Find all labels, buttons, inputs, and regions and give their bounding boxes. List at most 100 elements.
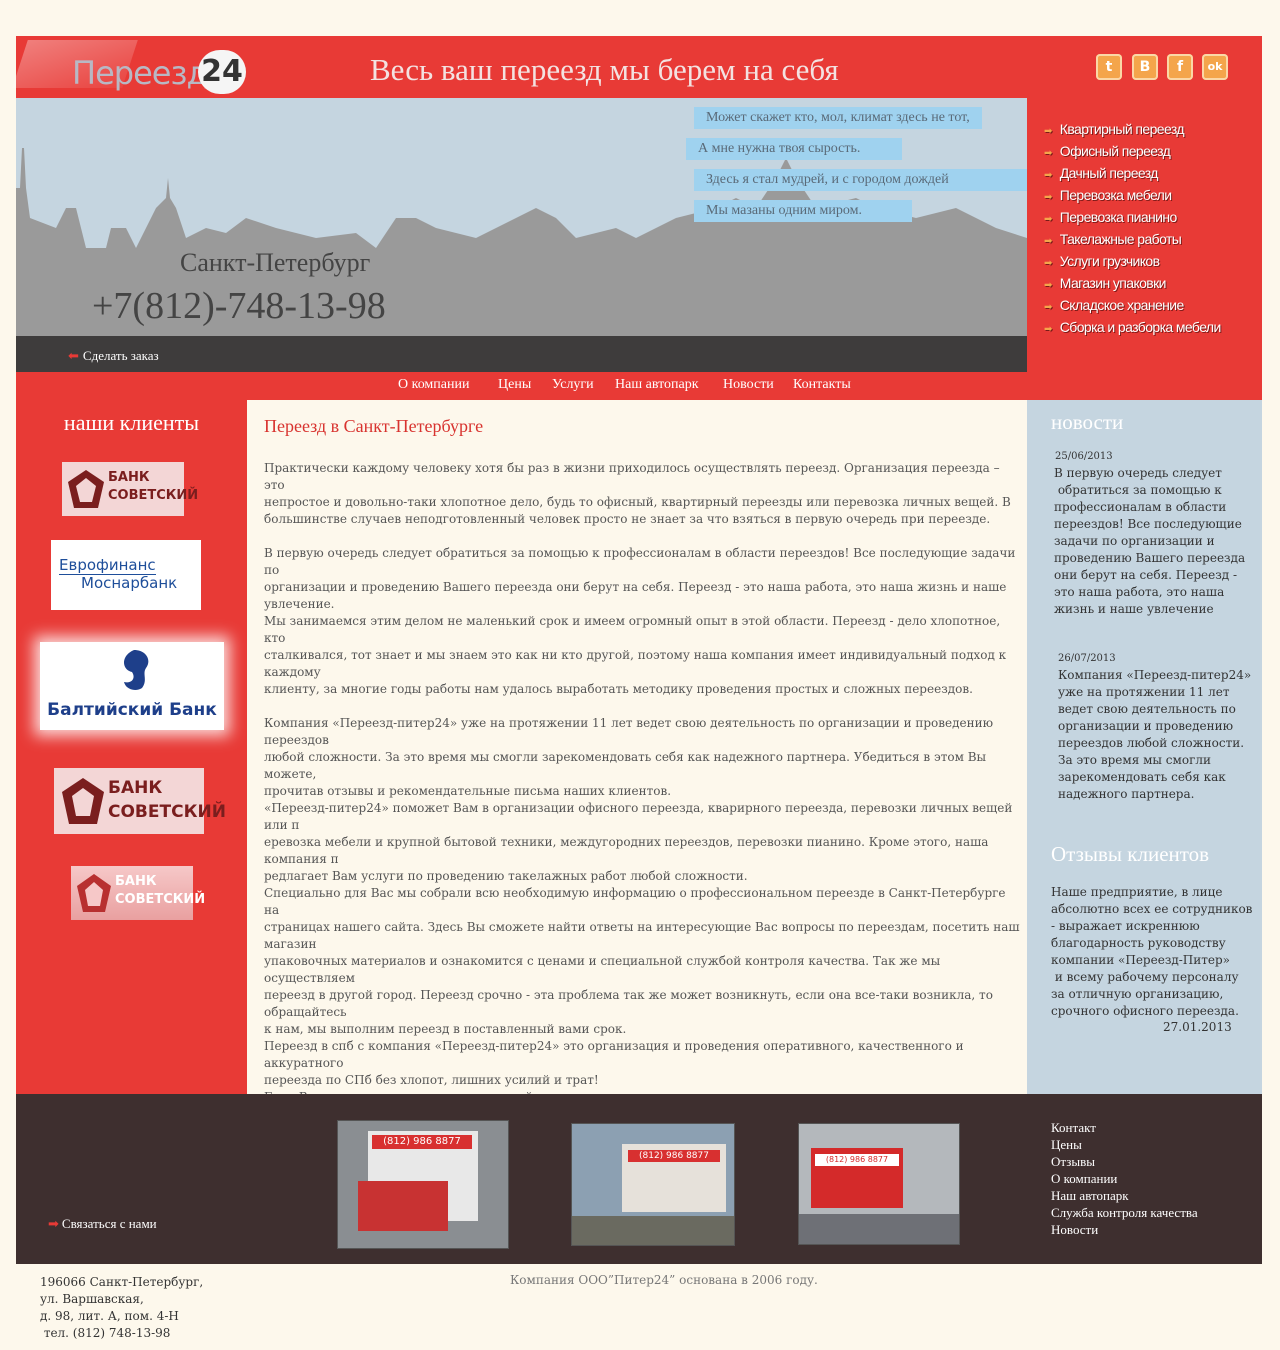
service-label: Услуги грузчиков	[1059, 253, 1160, 269]
logo-text: СОВЕТСКИЙ	[108, 488, 199, 503]
news-date: 26/07/2013	[1058, 653, 1116, 664]
truck-photo-2[interactable]: (812) 986 8877	[571, 1123, 735, 1246]
vkontakte-icon[interactable]: B	[1132, 54, 1158, 80]
star-emblem-icon	[62, 778, 104, 824]
logo-text: БАНК	[108, 470, 150, 485]
phone-number: +7(812)-748-13-98	[92, 285, 386, 327]
arrow-right-icon: ➡	[1044, 258, 1052, 269]
clients-title: наши клиенты	[63, 410, 200, 435]
logo-text: Балтийский Банк	[47, 700, 217, 720]
service-label: Магазин упаковки	[1059, 275, 1167, 291]
nav-contacts[interactable]: Контакты	[793, 377, 851, 393]
make-order-label: Сделать заказ	[82, 348, 159, 363]
footer-link-about[interactable]: О компании	[1051, 1171, 1117, 1187]
service-item[interactable]: ➡ Услуги грузчиков	[1044, 253, 1160, 269]
nav-about[interactable]: О компании	[398, 377, 469, 393]
logo-text: СОВЕТСКИЙ	[115, 892, 206, 907]
service-label: Складское хранение	[1059, 297, 1184, 313]
service-item[interactable]: ➡ Перевозка мебели	[1044, 187, 1172, 203]
footer-link-news[interactable]: Новости	[1051, 1222, 1098, 1238]
order-bar	[16, 336, 1027, 372]
site-logo[interactable]: Переезд 24	[12, 36, 250, 98]
page-title: Переезд в Санкт-Петербурге	[264, 416, 484, 436]
service-label: Квартирный переезд	[1059, 121, 1185, 137]
arrow-right-icon: ➡	[1044, 192, 1052, 203]
service-label: Перевозка мебели	[1059, 187, 1172, 203]
make-order-link[interactable]: ⬅ Сделать заказ	[68, 348, 159, 364]
arrow-right-icon: ➡	[1044, 214, 1052, 225]
bank-sovetsky-logo-2[interactable]: БАНК СОВЕТСКИЙ	[54, 768, 226, 834]
truck-phone-label: (812) 986 8877	[815, 1154, 899, 1166]
service-item[interactable]: ➡ Перевозка пианино	[1044, 209, 1177, 225]
bank-sovetsky-logo[interactable]: БАНК СОВЕТСКИЙ	[62, 462, 198, 516]
arrow-right-icon: ➡	[1044, 170, 1052, 181]
company-address: 196066 Санкт-Петербург, ул. Варшавская, …	[40, 1275, 204, 1340]
truck-phone-label: (812) 986 8877	[628, 1150, 720, 1162]
hero-quote: Может скажет кто, мол, климат здесь не т…	[694, 107, 982, 129]
city-name: Санкт-Петербург	[180, 248, 371, 277]
footer-link-reviews[interactable]: Отзывы	[1051, 1154, 1095, 1170]
star-emblem-icon	[77, 874, 111, 912]
news-title: новости	[1051, 410, 1124, 434]
arrow-right-icon: ➡	[1044, 302, 1052, 313]
facebook-icon[interactable]: f	[1167, 54, 1193, 80]
logo-text: Моснарбанк	[81, 574, 178, 592]
odnoklassniki-icon[interactable]: ok	[1202, 54, 1228, 80]
hero-quote: Мы мазаны одним миром.	[694, 200, 912, 222]
review-date: 27.01.2013	[1163, 1020, 1232, 1034]
nav-fleet[interactable]: Наш автопарк	[615, 377, 699, 393]
service-label: Такелажные работы	[1059, 231, 1182, 247]
arrow-right-icon: ➡	[1044, 236, 1052, 247]
footer-link-quality[interactable]: Служба контроля качества	[1051, 1205, 1198, 1221]
arrow-right-icon: ➡	[1044, 324, 1052, 335]
copyright: Компания ООО”Питер24” основана в 2006 го…	[510, 1273, 818, 1287]
service-item[interactable]: ➡ Дачный переезд	[1044, 165, 1158, 181]
header: Переезд 24 Весь ваш переезд мы берем на …	[12, 36, 1262, 98]
nav-news[interactable]: Новости	[723, 377, 774, 393]
arrow-right-icon: ➡	[1044, 280, 1052, 291]
bank-sovetsky-logo-3[interactable]: БАНК СОВЕТСКИЙ	[71, 866, 205, 920]
logo-text: Еврофинанс	[59, 556, 156, 575]
logo-text: Переезд	[72, 54, 209, 92]
logo-text: БАНК	[115, 874, 157, 889]
review-text: Наше предприятие, в лице абсолютно всех …	[1051, 885, 1253, 1018]
arrow-right-icon: ➡	[1044, 148, 1052, 159]
news-date: 25/06/2013	[1055, 451, 1113, 462]
service-label: Дачный переезд	[1059, 165, 1159, 181]
article-paragraph: Практически каждому человеку хотя бы раз…	[264, 461, 1011, 526]
logo-text: СОВЕТСКИЙ	[108, 802, 226, 822]
truck-photo-1[interactable]: (812) 986 8877	[337, 1120, 509, 1249]
logo-text: БАНК	[108, 778, 163, 798]
service-label: Офисный переезд	[1059, 143, 1171, 159]
nav-services[interactable]: Услуги	[552, 377, 594, 393]
logo-number: 24	[198, 50, 246, 94]
header-slogan: Весь ваш переезд мы берем на себя	[370, 52, 839, 87]
hero-quote: А мне нужна твоя сырость.	[686, 138, 902, 160]
service-item[interactable]: ➡ Магазин упаковки	[1044, 275, 1167, 291]
service-label: Перевозка пианино	[1059, 209, 1178, 225]
twitter-icon[interactable]: t	[1096, 54, 1122, 80]
baltic-bank-logo[interactable]: Балтийский Банк	[40, 642, 224, 730]
eurofinance-mosnarbank-logo[interactable]: Еврофинанс Моснарбанк	[51, 540, 201, 610]
footer-link-prices[interactable]: Цены	[1051, 1137, 1082, 1153]
contact-us-link[interactable]: ➡ Связаться с нами	[48, 1216, 157, 1232]
nav-prices[interactable]: Цены	[498, 377, 531, 393]
truck-phone-label: (812) 986 8877	[372, 1135, 472, 1149]
footer-link-fleet[interactable]: Наш автопарк	[1051, 1188, 1129, 1204]
news-item[interactable]: Компания «Переезд-питер24» уже на протяж…	[1058, 667, 1251, 803]
footer-link-contact[interactable]: Контакт	[1051, 1120, 1096, 1136]
ground	[799, 1214, 959, 1244]
news-item[interactable]: В первую очередь следует обратиться за п…	[1054, 465, 1245, 618]
service-item[interactable]: ➡ Такелажные работы	[1044, 231, 1182, 247]
service-item[interactable]: ➡ Складское хранение	[1044, 297, 1184, 313]
reviews-title: Отзывы клиентов	[1051, 842, 1210, 866]
service-item[interactable]: ➡ Сборка и разборка мебели	[1044, 319, 1221, 335]
star-emblem-icon	[68, 470, 104, 508]
hero-quote: Здесь я стал мудрей, и с городом дождей	[694, 169, 1027, 191]
service-item[interactable]: ➡ Офисный переезд	[1044, 143, 1171, 159]
service-item[interactable]: ➡ Квартирный переезд	[1044, 121, 1185, 137]
contact-us-label: Связаться с нами	[61, 1216, 157, 1231]
truck-photo-3[interactable]: (812) 986 8877	[798, 1123, 960, 1245]
seahorse-emblem-icon	[124, 650, 149, 690]
article-paragraph: Компания «Переезд-питер24» уже на протяж…	[264, 716, 1020, 1121]
